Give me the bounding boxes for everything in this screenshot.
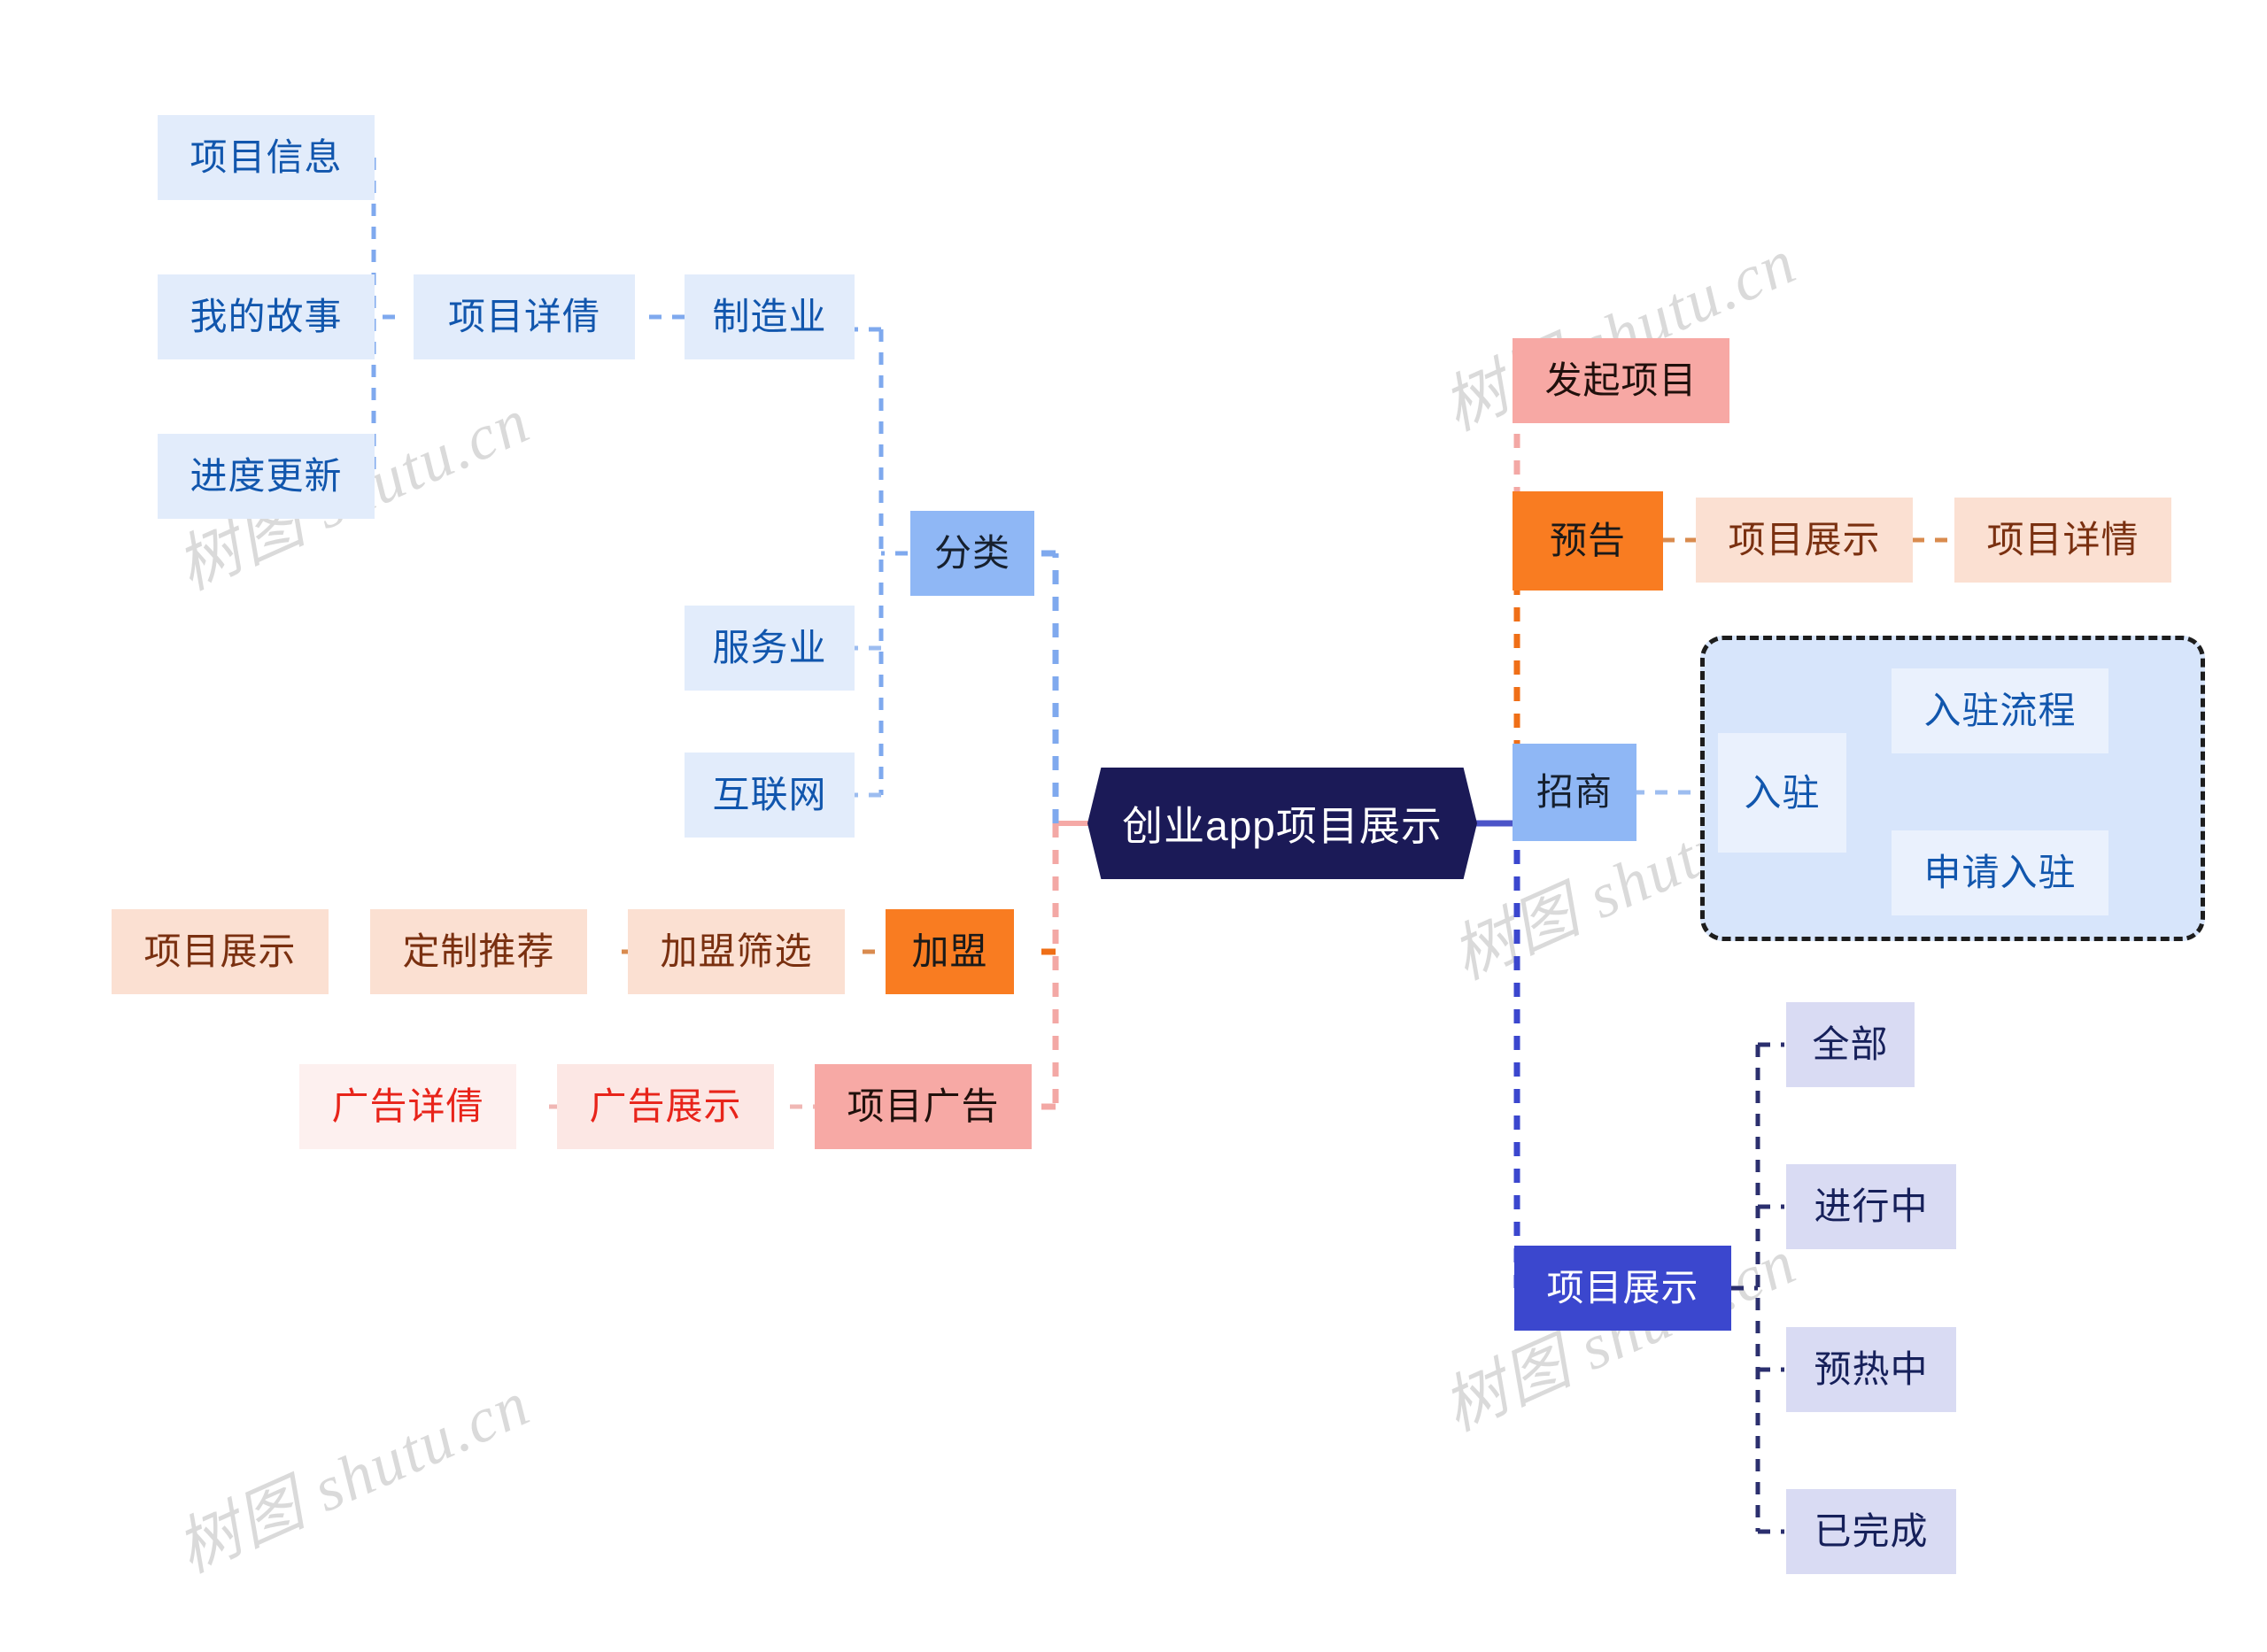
node-label: 入驻流程 — [1923, 690, 2077, 731]
node-settle-process[interactable]: 入驻流程 — [1892, 668, 2108, 753]
node-project-detail-right[interactable]: 项目详情 — [1954, 498, 2171, 583]
node-label: 项目详倩 — [447, 296, 600, 337]
node-settle-in[interactable]: 入驻 — [1718, 733, 1846, 853]
root-node[interactable]: 创业app项目展示 — [1087, 768, 1477, 879]
node-label: 制造业 — [712, 296, 827, 337]
node-label: 项目展示 — [1728, 519, 1881, 560]
node-classification[interactable]: 分类 — [910, 511, 1034, 596]
node-ongoing[interactable]: 进行中 — [1786, 1164, 1956, 1249]
node-label: 项目广告 — [847, 1085, 1000, 1127]
node-apply-settle[interactable]: 申请入驻 — [1892, 830, 2108, 915]
node-label: 项目详情 — [1986, 519, 2139, 560]
node-label: 加盟 — [911, 930, 988, 972]
node-label: 互联网 — [712, 774, 827, 815]
node-label: 定制推荐 — [402, 930, 555, 972]
node-label: 项目展示 — [143, 930, 297, 972]
node-all[interactable]: 全部 — [1786, 1002, 1915, 1087]
node-progress-update[interactable]: 进度更新 — [158, 434, 375, 519]
node-ad-show[interactable]: 广告展示 — [557, 1064, 774, 1149]
node-custom-recommend[interactable]: 定制推荐 — [370, 909, 587, 994]
node-label: 广告展示 — [589, 1085, 742, 1127]
node-label: 入驻 — [1744, 771, 1821, 814]
watermark-text: 树图 shutu.cn — [166, 1368, 540, 1586]
node-label: 预热中 — [1814, 1348, 1929, 1390]
node-label: 发起项目 — [1544, 359, 1698, 401]
node-label: 已完成 — [1814, 1510, 1929, 1552]
node-warming-up[interactable]: 预热中 — [1786, 1327, 1956, 1412]
node-label: 加盟筛选 — [660, 930, 813, 972]
node-preview[interactable]: 预告 — [1513, 491, 1663, 591]
node-label: 全部 — [1812, 1023, 1889, 1065]
node-my-story[interactable]: 我的故事 — [158, 274, 375, 359]
node-label: 我的故事 — [190, 296, 343, 337]
root-node-label: 创业app项目展示 — [1122, 803, 1443, 849]
node-project-info[interactable]: 项目信息 — [158, 115, 375, 200]
node-manufacturing[interactable]: 制造业 — [685, 274, 855, 359]
node-project-ad[interactable]: 项目广告 — [815, 1064, 1032, 1149]
mindmap-canvas: 树图 shutu.cn 树图 shutu.cn 树图 shutu.cn 树图 s… — [0, 0, 2267, 1652]
node-label: 服务业 — [712, 627, 827, 668]
node-completed[interactable]: 已完成 — [1786, 1489, 1956, 1574]
node-label: 进行中 — [1814, 1185, 1929, 1227]
node-start-project[interactable]: 发起项目 — [1513, 338, 1729, 423]
node-ad-detail[interactable]: 广告详倩 — [299, 1064, 516, 1149]
node-project-show-preview[interactable]: 项目展示 — [1696, 498, 1913, 583]
node-label: 进度更新 — [190, 455, 343, 497]
node-project-detail-left[interactable]: 项目详倩 — [414, 274, 635, 359]
node-service[interactable]: 服务业 — [685, 606, 855, 691]
node-investment[interactable]: 招商 — [1513, 744, 1636, 841]
node-label: 项目展示 — [1546, 1267, 1699, 1308]
node-label: 分类 — [933, 532, 1010, 574]
node-project-display[interactable]: 项目展示 — [1514, 1246, 1731, 1331]
node-label: 广告详倩 — [331, 1085, 484, 1127]
node-internet[interactable]: 互联网 — [685, 753, 855, 838]
node-label: 招商 — [1536, 771, 1613, 813]
node-franchise[interactable]: 加盟 — [886, 909, 1014, 994]
node-label: 项目信息 — [190, 136, 343, 178]
node-label: 申请入驻 — [1923, 852, 2077, 893]
node-project-show-left[interactable]: 项目展示 — [112, 909, 329, 994]
node-label: 预告 — [1549, 520, 1626, 561]
node-franchise-filter[interactable]: 加盟筛选 — [628, 909, 845, 994]
